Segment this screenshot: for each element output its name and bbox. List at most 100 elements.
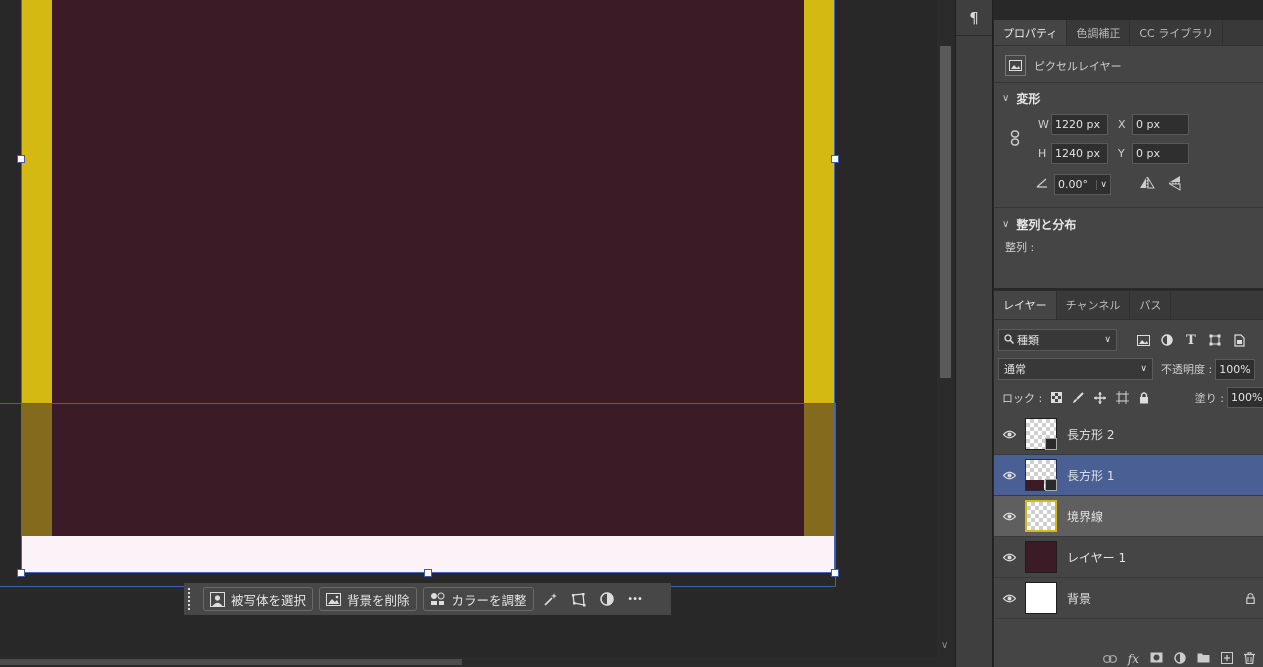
- select-subject-button[interactable]: 被写体を選択: [203, 587, 314, 611]
- transform-handle-bottom-left[interactable]: [17, 569, 25, 577]
- layer-row[interactable]: 背景: [994, 578, 1263, 619]
- layer-row[interactable]: 境界線: [994, 496, 1263, 537]
- vertical-scrollbar[interactable]: ∨: [937, 0, 955, 667]
- filter-adjustment-icon[interactable]: [1159, 332, 1175, 348]
- layer-thumbnail: [1025, 418, 1057, 450]
- canvas-area[interactable]: 被写体を選択 背景を削除 カラーを調整 •••: [0, 0, 937, 667]
- visibility-eye-icon[interactable]: [994, 512, 1025, 521]
- tab-paths[interactable]: パス: [1130, 291, 1172, 319]
- lock-icon[interactable]: [1237, 592, 1263, 604]
- angle-value: 0.00°: [1058, 178, 1088, 191]
- add-mask-icon[interactable]: [1150, 652, 1163, 666]
- align-title: 整列と分布: [1016, 218, 1077, 232]
- filter-shape-icon[interactable]: [1207, 332, 1223, 348]
- layer-type-label: ピクセルレイヤー: [1034, 59, 1122, 73]
- lock-position-icon[interactable]: [1092, 390, 1108, 406]
- tab-adjustments[interactable]: 色調補正: [1067, 20, 1131, 45]
- visibility-eye-icon[interactable]: [994, 471, 1025, 480]
- scroll-down-arrow-icon[interactable]: ∨: [941, 640, 948, 651]
- tab-cc-libraries[interactable]: CC ライブラリ: [1130, 20, 1224, 45]
- adjust-color-button[interactable]: カラーを調整: [422, 587, 534, 611]
- horizontal-scroll-thumb[interactable]: [0, 659, 462, 665]
- angle-field[interactable]: 0.00° ∨: [1054, 174, 1111, 195]
- opacity-field[interactable]: 100%: [1215, 358, 1256, 380]
- new-adjustment-layer-icon[interactable]: [1174, 651, 1186, 667]
- link-layers-icon[interactable]: [1102, 653, 1117, 666]
- transform-handle-bottom[interactable]: [424, 569, 432, 577]
- new-group-folder-icon[interactable]: [1197, 652, 1210, 666]
- filter-kind-value: 種類: [1017, 334, 1039, 347]
- chevron-down-icon: ∨: [1104, 335, 1111, 345]
- transform-handle-bottom-right[interactable]: [831, 569, 839, 577]
- vertical-scroll-thumb[interactable]: [940, 46, 951, 378]
- flip-horizontal-icon[interactable]: [1139, 176, 1155, 192]
- chevron-down-icon: ∨: [1140, 364, 1147, 374]
- fx-icon[interactable]: fx: [1128, 652, 1139, 666]
- transform-title: 変形: [1016, 92, 1041, 106]
- transform-handle-left[interactable]: [17, 155, 25, 163]
- contextual-taskbar: 被写体を選択 背景を削除 カラーを調整 •••: [184, 583, 671, 615]
- chevron-down-icon: ∨: [1002, 93, 1010, 104]
- paragraph-panel-icon[interactable]: ¶: [956, 0, 992, 36]
- blend-mode-dropdown[interactable]: 通常 ∨: [998, 358, 1153, 380]
- visibility-eye-icon[interactable]: [994, 430, 1025, 439]
- properties-tabs: プロパティ 色調補正 CC ライブラリ: [994, 20, 1263, 46]
- lock-artboard-icon[interactable]: [1114, 390, 1130, 406]
- align-section-header[interactable]: ∨ 整列と分布: [1002, 216, 1076, 233]
- adjustment-layer-icon[interactable]: [596, 587, 618, 611]
- y-field[interactable]: 0 px: [1132, 143, 1189, 164]
- properties-panel: プロパティ 色調補正 CC ライブラリ ピクセルレイヤー ∨ 変形 W 1220…: [994, 20, 1263, 288]
- chevron-down-icon: ∨: [1002, 219, 1010, 230]
- layer-thumbnail: [1025, 541, 1057, 573]
- pixel-layer-icon: [1005, 55, 1026, 76]
- new-layer-icon[interactable]: [1221, 651, 1233, 667]
- align-label: 整列 :: [1005, 241, 1035, 254]
- layer-row[interactable]: 長方形 2: [994, 414, 1263, 455]
- x-field[interactable]: 0 px: [1132, 114, 1189, 135]
- select-subject-label: 被写体を選択: [231, 592, 307, 608]
- layer-filter-dropdown[interactable]: 種類 ∨: [998, 329, 1117, 351]
- layer-thumbnail: [1025, 500, 1057, 532]
- remove-background-button[interactable]: 背景を削除: [319, 587, 417, 611]
- layer-row[interactable]: レイヤー 1: [994, 537, 1263, 578]
- panel-dock: ¶: [955, 0, 993, 667]
- lock-image-pixels-icon[interactable]: [1070, 390, 1086, 406]
- filter-type-icon[interactable]: T: [1183, 332, 1199, 348]
- color-adjust-icon: [430, 592, 446, 606]
- link-proportions-icon[interactable]: [1010, 130, 1020, 146]
- delete-layer-trash-icon[interactable]: [1244, 651, 1255, 667]
- transform-section-header[interactable]: ∨ 変形: [1002, 90, 1040, 107]
- layer-name: 長方形 1: [1067, 468, 1115, 483]
- visibility-eye-icon[interactable]: [994, 594, 1025, 603]
- y-label: Y: [1118, 147, 1125, 160]
- width-field[interactable]: 1220 px: [1051, 114, 1108, 135]
- more-options-icon[interactable]: •••: [624, 587, 646, 611]
- tab-properties[interactable]: プロパティ: [994, 20, 1068, 45]
- opacity-label: 不透明度 :: [1161, 363, 1213, 376]
- lock-all-icon[interactable]: [1136, 390, 1152, 406]
- angle-icon: [1036, 178, 1048, 191]
- transform-warp-icon[interactable]: [568, 587, 590, 611]
- tab-channels[interactable]: チャンネル: [1057, 291, 1131, 319]
- layer-name: レイヤー 1: [1067, 550, 1127, 565]
- magic-wand-icon[interactable]: [540, 587, 562, 611]
- filter-smart-object-icon[interactable]: [1231, 332, 1247, 348]
- layer-name: 背景: [1067, 591, 1092, 606]
- height-field[interactable]: 1240 px: [1051, 143, 1108, 164]
- horizontal-scrollbar[interactable]: [0, 657, 937, 667]
- visibility-eye-icon[interactable]: [994, 553, 1025, 562]
- lock-transparent-icon[interactable]: [1048, 390, 1064, 406]
- remove-background-label: 背景を削除: [347, 592, 410, 608]
- layer-thumbnail: [1025, 459, 1057, 491]
- person-icon: [210, 591, 225, 607]
- fill-label: 塗り :: [1194, 391, 1224, 405]
- layer-thumbnail: [1025, 582, 1057, 614]
- flip-vertical-icon[interactable]: [1168, 175, 1181, 194]
- layer-row-selected[interactable]: 長方形 1: [994, 455, 1263, 496]
- taskbar-grip-handle[interactable]: [188, 588, 193, 610]
- filter-pixel-icon[interactable]: [1135, 332, 1151, 348]
- yellow-bar-right: [804, 0, 835, 404]
- transform-handle-right[interactable]: [831, 155, 839, 163]
- fill-field[interactable]: 100%: [1227, 387, 1263, 408]
- tab-layers[interactable]: レイヤー: [994, 291, 1057, 319]
